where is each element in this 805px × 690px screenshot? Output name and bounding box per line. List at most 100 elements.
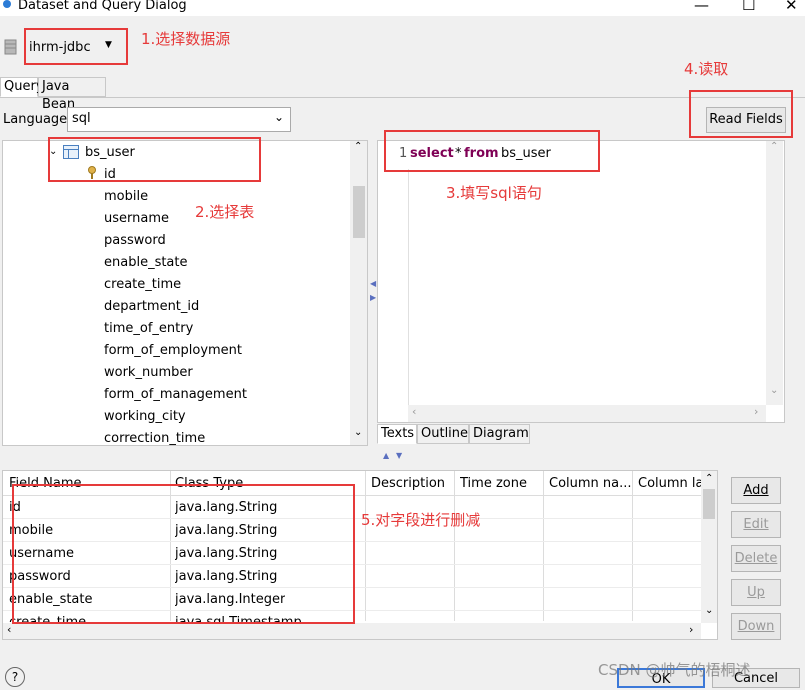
annotation-2: 2.选择表 [195, 203, 255, 221]
scroll-down-icon[interactable]: ⌄ [354, 427, 362, 438]
line-number: 1 [399, 146, 408, 161]
column-divider [454, 471, 455, 621]
minimize-button[interactable]: — [694, 0, 709, 14]
tree-item-column[interactable]: time_of_entry [104, 321, 193, 336]
column-divider [365, 471, 366, 621]
table-cell-field[interactable]: create_time [9, 615, 86, 622]
tree-item-column[interactable]: create_time [104, 277, 181, 292]
row-divider [3, 495, 703, 496]
collapse-left-icon[interactable]: ◀ [370, 279, 376, 288]
collapse-right-icon[interactable]: ▶ [370, 293, 376, 302]
table-cell-type[interactable]: java.lang.Integer [175, 592, 285, 607]
annotation-4: 4.读取 [684, 60, 729, 78]
scroll-right-icon[interactable]: › [689, 623, 693, 636]
table-cell-field[interactable]: id [9, 500, 21, 515]
app-icon [2, 0, 12, 8]
collapse-down-icon[interactable]: ▼ [396, 451, 402, 460]
table-cell-type[interactable]: java.lang.String [175, 546, 277, 561]
tree-item-column[interactable]: working_city [104, 409, 186, 424]
table-cell-field[interactable]: password [9, 569, 71, 584]
scroll-up-icon[interactable]: ⌃ [770, 141, 778, 152]
table-cell-field[interactable]: enable_state [9, 592, 93, 607]
column-divider [170, 471, 171, 621]
sql-editor[interactable]: 1 select * from bs_user ⌃ ⌄ ‹ › [377, 140, 785, 423]
tree-item-column[interactable]: username [104, 211, 169, 226]
dropdown-arrow-icon: ▼ [105, 40, 112, 50]
help-icon: ? [11, 670, 19, 684]
collapse-up-icon[interactable]: ▲ [383, 451, 389, 460]
grid-hscroll[interactable]: ‹ › [3, 623, 701, 639]
add-button[interactable]: Add [731, 477, 781, 504]
tab-diagram[interactable]: Diagram [469, 424, 530, 444]
up-button[interactable]: Up [731, 579, 781, 606]
sql-keyword-select: select [410, 146, 454, 161]
language-value: sql [72, 111, 91, 126]
tree-item-column[interactable]: password [104, 233, 166, 248]
close-button[interactable]: ✕ [785, 0, 798, 14]
editor-vscroll[interactable]: ⌃ ⌄ [766, 141, 783, 405]
grid-vscroll[interactable]: ⌃ ⌄ [701, 471, 717, 623]
tree-scrollbar[interactable]: ⌃ ⌄ [350, 141, 367, 445]
scroll-left-icon[interactable]: ‹ [7, 623, 11, 636]
row-divider [3, 610, 703, 611]
table-cell-field[interactable]: username [9, 546, 74, 561]
annotation-5: 5.对字段进行删减 [361, 511, 481, 529]
sql-keyword-from: from [464, 146, 499, 161]
scroll-down-icon[interactable]: ⌄ [705, 605, 713, 616]
tree-item-column[interactable]: correction_time [104, 431, 205, 446]
datasource-value: ihrm-jdbc [29, 40, 91, 55]
expand-chevron-icon[interactable]: ⌄ [49, 146, 57, 157]
down-button[interactable]: Down [731, 613, 781, 640]
row-divider [3, 587, 703, 588]
editor-gutter-line [408, 169, 409, 409]
scroll-up-icon[interactable]: ⌃ [705, 473, 713, 484]
help-button[interactable]: ? [5, 667, 25, 687]
database-icon [4, 39, 18, 59]
scroll-down-icon[interactable]: ⌄ [770, 385, 778, 396]
column-header[interactable]: Column la [638, 476, 702, 491]
table-cell-type[interactable]: java.lang.String [175, 523, 277, 538]
tree-item-column[interactable]: form_of_employment [104, 343, 242, 358]
table-cell-type[interactable]: java.lang.String [175, 500, 277, 515]
tree-item-column[interactable]: work_number [104, 365, 193, 380]
annotation-1: 1.选择数据源 [141, 30, 231, 48]
scroll-up-icon[interactable]: ⌃ [354, 141, 362, 152]
scroll-left-icon[interactable]: ‹ [412, 405, 416, 418]
tab-query[interactable]: Query [0, 77, 44, 97]
table-tree-panel: ⌄ bs_user id mobile username password en… [2, 140, 368, 446]
tree-item-column[interactable]: department_id [104, 299, 199, 314]
datasource-select[interactable]: ihrm-jdbc ▼ [25, 34, 125, 62]
tree-item-column[interactable]: form_of_management [104, 387, 247, 402]
tab-texts[interactable]: Texts [377, 424, 417, 444]
fields-grid: Field Name Class Type Description Time z… [2, 470, 718, 640]
key-icon [86, 166, 98, 184]
grid-scroll-thumb[interactable] [703, 489, 715, 519]
row-divider [3, 518, 703, 519]
editor-hscroll[interactable]: ‹ › [408, 405, 766, 422]
tree-item-table[interactable]: bs_user [85, 145, 135, 160]
tree-item-column[interactable]: enable_state [104, 255, 188, 270]
column-header[interactable]: Time zone [460, 476, 544, 491]
title-bar: Dataset and Query Dialog — ☐ ✕ [0, 0, 805, 16]
read-fields-button[interactable]: Read Fields [706, 107, 786, 133]
language-select[interactable]: sql ⌄ [67, 107, 291, 132]
maximize-button[interactable]: ☐ [742, 0, 755, 14]
scroll-right-icon[interactable]: › [754, 405, 758, 418]
tree-scroll-thumb[interactable] [353, 186, 365, 238]
tab-java-bean[interactable]: Java Bean [38, 77, 106, 112]
column-header[interactable]: Class Type [175, 476, 365, 491]
column-header[interactable]: Field Name [9, 476, 169, 491]
delete-button[interactable]: Delete [731, 545, 781, 572]
chevron-down-icon: ⌄ [274, 110, 285, 124]
column-header[interactable]: Description [371, 476, 455, 491]
sql-star: * [455, 146, 462, 161]
edit-button[interactable]: Edit [731, 511, 781, 538]
table-cell-type[interactable]: java.lang.String [175, 569, 277, 584]
table-cell-field[interactable]: mobile [9, 523, 53, 538]
language-label: Language [3, 112, 68, 127]
tree-item-column[interactable]: mobile [104, 189, 148, 204]
table-cell-type[interactable]: java.sql.Timestamp [175, 615, 302, 622]
tab-outline[interactable]: Outline [417, 424, 469, 444]
tree-item-column[interactable]: id [104, 167, 116, 182]
column-header[interactable]: Column na... [549, 476, 635, 491]
